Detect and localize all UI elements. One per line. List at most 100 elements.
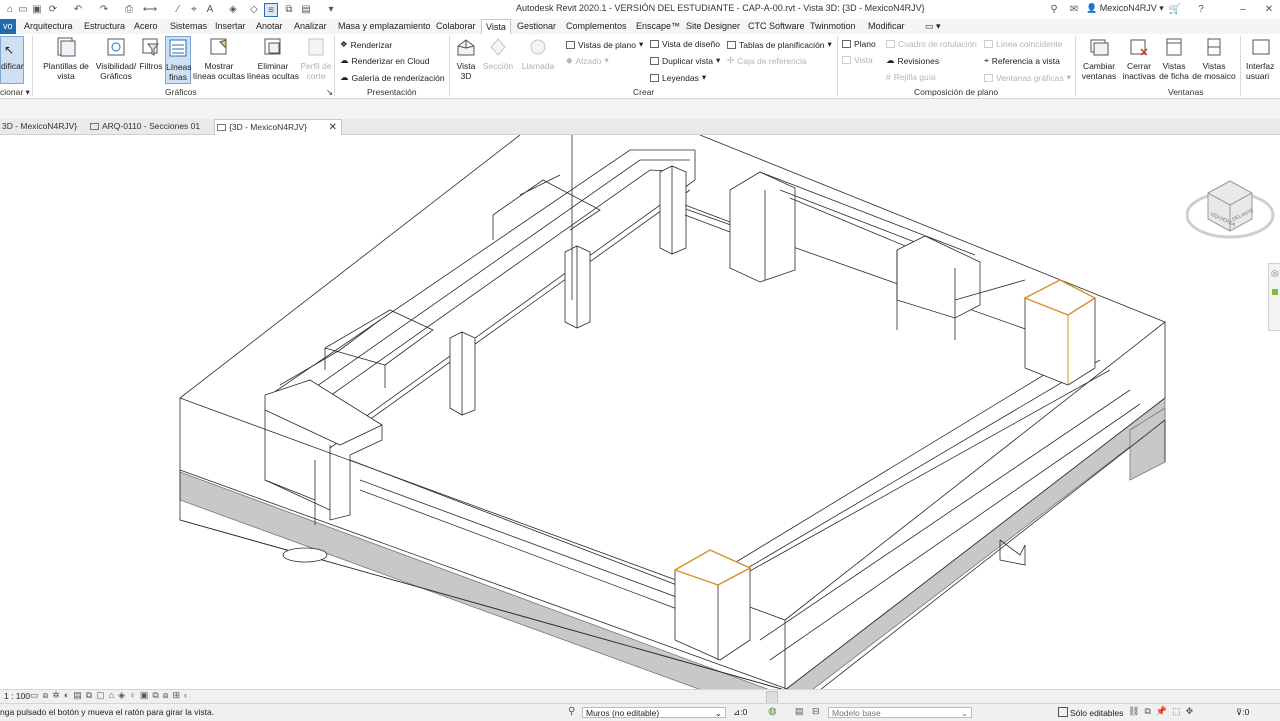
modify-button[interactable]: ↖ dificar — [0, 36, 24, 84]
thin-lines-icon[interactable]: ≡ — [264, 3, 278, 17]
tab-complementos[interactable]: Complementos — [566, 19, 627, 34]
close-hidden-icon[interactable]: ⧉ — [283, 3, 295, 15]
workset-select[interactable]: Muros (no editable) ⌄ — [582, 707, 726, 718]
tab-twinmotion[interactable]: Twinmotion — [810, 19, 856, 34]
tab-sistemas[interactable]: Sistemas — [170, 19, 207, 34]
view-tab-3d-active[interactable]: {3D - MexicoN4RJV} ✕ — [214, 119, 342, 135]
3d-view-icon[interactable]: ◈ — [227, 3, 239, 15]
graphics-panel-launcher-icon[interactable]: ↘ — [326, 87, 333, 98]
print-icon[interactable]: ⎙ — [123, 3, 135, 15]
callout-button[interactable]: Llamada — [518, 36, 558, 71]
legends-button[interactable]: Leyendas ▾ — [650, 72, 706, 83]
open-icon[interactable]: ▭ — [17, 3, 29, 15]
schedules-button[interactable]: Tablas de planificación ▾ — [727, 39, 832, 50]
save-icon[interactable]: ▣ — [31, 3, 43, 15]
tab-estructura[interactable]: Estructura — [84, 19, 125, 34]
tab-vista[interactable]: Vista — [481, 19, 511, 35]
remove-hidden-lines-button[interactable]: Eliminar líneas ocultas — [246, 36, 300, 81]
tab-site-designer[interactable]: Site Designer — [686, 19, 740, 34]
visual-style-icon: ⧈ — [42, 690, 53, 700]
cart-icon[interactable]: 🛒 — [1169, 3, 1181, 15]
minimize-icon[interactable]: – — [1237, 3, 1249, 15]
editing-requests-icon[interactable]: ◍ — [768, 706, 777, 717]
switch-windows-button[interactable]: Cambiar ventanas — [1080, 36, 1118, 81]
scope-box-button[interactable]: ✣ Caja de referencia — [727, 55, 807, 66]
text-icon[interactable]: A — [204, 3, 216, 15]
select-panel-label[interactable]: cionar ▾ — [0, 87, 30, 98]
communication-icon[interactable]: ✉ — [1068, 3, 1080, 15]
tag-icon[interactable]: ⌖ — [188, 3, 200, 15]
elevation-button[interactable]: ◆ Alzado ▾ — [566, 55, 609, 66]
section-button[interactable]: Sección — [482, 36, 514, 71]
guide-grid-button[interactable]: # Rejilla guía — [886, 72, 936, 82]
dimension-icon[interactable]: ⁄ — [172, 3, 184, 15]
tile-views-button[interactable]: Vistas de mosaico — [1192, 36, 1236, 81]
tab-modificar[interactable]: Modificar — [868, 19, 905, 34]
user-account[interactable]: 👤 MexicoN4RJV ▾ — [1086, 3, 1164, 14]
tab-insertar[interactable]: Insertar — [215, 19, 246, 34]
tab-views-button[interactable]: Vistas de ficha — [1157, 36, 1191, 81]
section-icon[interactable]: ◇ — [248, 3, 260, 15]
thin-lines-button[interactable]: Líneas finas — [165, 36, 192, 84]
place-view-button[interactable]: Vista — [842, 55, 873, 65]
selection-toggles[interactable]: ⛓⧉📌⬚✥ — [1128, 706, 1198, 717]
search-icon[interactable]: ⚲ — [1048, 3, 1060, 15]
undo-icon[interactable]: ↶ — [72, 3, 84, 15]
tab-masa[interactable]: Masa y emplazamiento — [338, 19, 431, 34]
measure-icon[interactable]: ⟷ — [143, 3, 157, 15]
3d-view-button[interactable]: Vista 3D — [452, 36, 480, 81]
sheet-button[interactable]: Plano — [842, 39, 876, 49]
viewports-button[interactable]: Ventanas gráficas ▾ — [984, 72, 1071, 83]
tab-colaborar[interactable]: Colaborar — [436, 19, 476, 34]
close-icon[interactable]: ✕ — [1263, 3, 1275, 15]
show-hidden-lines-button[interactable]: Mostrar líneas ocultas — [192, 36, 246, 81]
design-options-icon[interactable]: ▤ — [795, 706, 804, 717]
cut-profile-button[interactable]: Perfil de corte — [299, 36, 333, 81]
user-interface-button[interactable]: Interfaz usuari — [1246, 36, 1280, 81]
design-options-set-icon[interactable]: ⊟ — [812, 706, 820, 717]
scale-label[interactable]: 1 : 100 — [4, 691, 30, 701]
visibility-graphics-button[interactable]: Visibilidad/ Gráficos — [92, 36, 140, 81]
title-block-button[interactable]: Cuadro de rotulación — [886, 39, 977, 49]
filters-button[interactable]: Filtros — [139, 36, 163, 71]
ribbon-options-icon[interactable]: ▭ ▾ — [925, 19, 941, 34]
3d-drawing-area[interactable]: IZQUIERDA DELANTE ◎ — [0, 135, 1280, 689]
filter-count[interactable]: ⊽:0 — [1236, 707, 1249, 718]
view-reference-button[interactable]: ⌖ Referencia a vista — [984, 55, 1060, 66]
tab-analizar[interactable]: Analizar — [294, 19, 327, 34]
tab-archivo[interactable]: vo — [0, 19, 16, 34]
home-icon[interactable]: ⌂ — [4, 3, 16, 15]
filter-selection-count[interactable]: ⊿:0 — [733, 707, 747, 718]
close-inactive-button[interactable]: Cerrar inactivas — [1120, 36, 1158, 81]
plan-views-button[interactable]: Vistas de plano ▾ — [566, 39, 643, 50]
viewcube[interactable]: IZQUIERDA DELANTE — [1185, 171, 1276, 247]
tab-enscape[interactable]: Enscape™ — [636, 19, 680, 34]
tab-ctc-software[interactable]: CTC Software — [748, 19, 805, 34]
view-templates-button[interactable]: Plantillas de vista — [40, 36, 92, 81]
render-gallery-button[interactable]: ☁ Galería de renderización — [340, 72, 445, 83]
steering-wheel-icon[interactable]: ◎ — [1271, 268, 1280, 279]
drafting-view-button[interactable]: Vista de diseño — [650, 39, 720, 49]
render-button[interactable]: ❖ Renderizar — [340, 39, 392, 50]
duplicate-view-button[interactable]: Duplicar vista ▾ — [650, 55, 720, 66]
zoom-icon[interactable] — [1272, 289, 1278, 295]
revisions-button[interactable]: ☁ Revisiones — [886, 55, 939, 66]
render-cloud-button[interactable]: ☁ Renderizar en Cloud — [340, 55, 429, 66]
navigation-bar[interactable]: ◎ — [1268, 263, 1280, 331]
view-tab-secciones[interactable]: ARQ-0110 - Secciones 01 — [88, 119, 220, 134]
tab-acero[interactable]: Acero — [134, 19, 158, 34]
close-tab-icon[interactable]: ✕ — [329, 120, 337, 135]
tab-gestionar[interactable]: Gestionar — [517, 19, 556, 34]
redo-icon[interactable]: ↷ — [98, 3, 110, 15]
qat-dropdown-icon[interactable]: ▾ — [325, 3, 337, 15]
sync-icon[interactable]: ⟳ — [47, 3, 59, 15]
editable-only-checkbox[interactable]: Sólo editables — [1058, 707, 1123, 718]
view-tab-3d-partial[interactable]: 3D - MexicoN4RJV} — [0, 119, 90, 134]
design-option-select[interactable]: Modelo base ⌄ — [828, 707, 972, 718]
view-controls[interactable]: ▭⧈✲◐▤⧉▢⌂◈♀▣⧉⧈⊞‹ — [30, 690, 191, 701]
matchline-button[interactable]: Línea coincidente — [984, 39, 1063, 49]
tab-anotar[interactable]: Anotar — [256, 19, 283, 34]
tab-arquitectura[interactable]: Arquitectura — [24, 19, 73, 34]
switch-windows-icon[interactable]: ▤ — [300, 3, 312, 15]
help-icon[interactable]: ? — [1195, 3, 1207, 15]
